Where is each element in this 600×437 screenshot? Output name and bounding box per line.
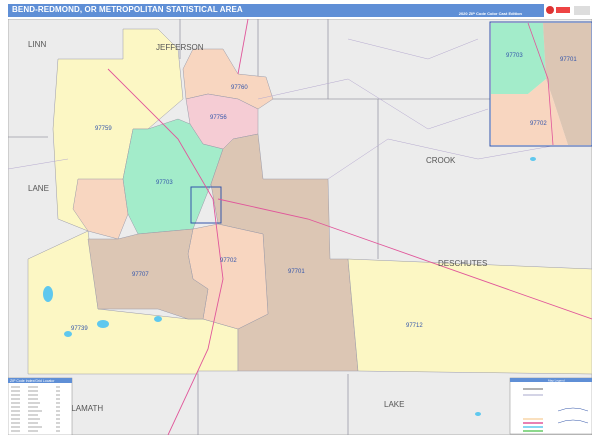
- inset-zip-label: 97703: [506, 53, 523, 59]
- map-legend: Map Legend: [509, 377, 592, 435]
- map-legend-title: Map Legend: [548, 379, 565, 383]
- zip-label: 97707: [132, 272, 149, 278]
- inset-zip-label: 97702: [530, 121, 547, 127]
- publisher-logo: [544, 4, 592, 17]
- county-label-crook: CROOK: [426, 156, 456, 165]
- inset-zip-label: 97701: [560, 57, 577, 63]
- zip-label: 97760: [231, 85, 248, 91]
- zip-label: 97701: [288, 269, 305, 275]
- zip-label: 97756: [210, 115, 227, 121]
- zip-label: 97759: [95, 126, 112, 132]
- map-title: BEND-REDMOND, OR METROPOLITAN STATISTICA…: [12, 5, 243, 14]
- zip-index-title: ZIP Code Index/Grid Locator: [10, 379, 55, 383]
- map-subtitle: 2020 ZIP Code Color Cast Edition: [458, 11, 522, 16]
- county-label-lane: LANE: [28, 184, 49, 193]
- inset-map[interactable]: 97703 97701 97702: [489, 21, 592, 147]
- zip-label: 97702: [220, 258, 237, 264]
- zip-label: 97712: [406, 323, 423, 329]
- county-label-jefferson: JEFFERSON: [156, 43, 204, 52]
- county-label-deschutes: DESCHUTES: [438, 259, 487, 268]
- map-header: BEND-REDMOND, OR METROPOLITAN STATISTICA…: [8, 4, 592, 17]
- county-label-lake: LAKE: [384, 400, 404, 409]
- zip-index-legend: ZIP Code Index/Grid Locator: [8, 377, 73, 435]
- zip-label: 97703: [156, 180, 173, 186]
- county-label-linn: LINN: [28, 40, 46, 49]
- zip-code-map[interactable]: JEFFERSON LINN LANE CROOK DESCHUTES KLAM…: [8, 19, 592, 435]
- zip-label: 97739: [71, 326, 88, 332]
